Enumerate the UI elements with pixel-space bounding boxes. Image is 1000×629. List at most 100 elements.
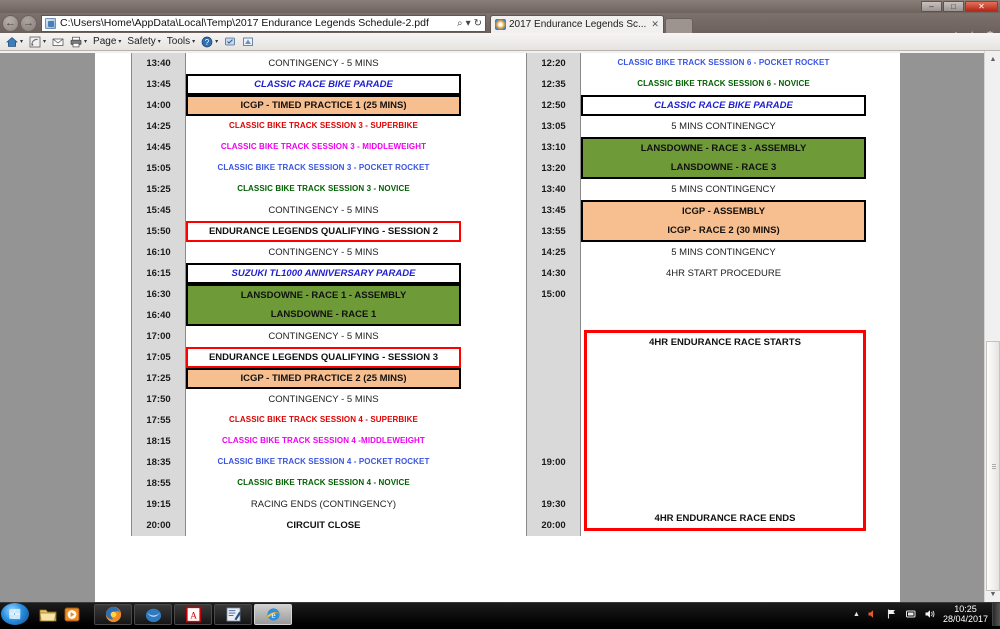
- schedule-event-cell: CLASSIC BIKE TRACK SESSION 4 - POCKET RO…: [186, 452, 461, 473]
- schedule-event-cell: CONTINGENCY - 5 MINS: [186, 389, 461, 410]
- print-button[interactable]: ▾: [68, 34, 89, 49]
- show-desktop-button[interactable]: [992, 603, 1000, 626]
- schedule-event-cell: LANSDOWNE - RACE 3 - ASSEMBLY: [581, 137, 866, 158]
- table-row: 18:55CLASSIC BIKE TRACK SESSION 4 - NOVI…: [131, 473, 461, 494]
- forward-button[interactable]: →: [20, 15, 37, 32]
- firefox-task[interactable]: [94, 604, 132, 625]
- schedule-event-cell: 5 MINS CONTINGENCY: [581, 179, 866, 200]
- table-row: 18:35CLASSIC BIKE TRACK SESSION 4 - POCK…: [131, 452, 461, 473]
- thunderbird-task[interactable]: [134, 604, 172, 625]
- schedule-event-cell: SUZUKI TL1000 ANNIVERSARY PARADE: [186, 263, 461, 284]
- internet-explorer-task[interactable]: e: [254, 604, 292, 625]
- clock-date: 28/04/2017: [943, 614, 988, 624]
- help-menu[interactable]: ? ▾: [199, 34, 220, 49]
- explorer-icon[interactable]: [38, 605, 58, 624]
- schedule-event-cell: CONTINGENCY - 5 MINS: [186, 200, 461, 221]
- clock-time: 10:25: [943, 604, 988, 614]
- endurance-end-label: 4HR ENDURANCE RACE ENDS: [587, 513, 863, 524]
- tab-pdf-document[interactable]: 2017 Endurance Legends Sc... ✕: [490, 15, 664, 33]
- chevron-down-icon[interactable]: ▾: [192, 38, 195, 45]
- schedule-event-cell: CLASSIC BIKE TRACK SESSION 4 - SUPERBIKE: [186, 410, 461, 431]
- address-bar[interactable]: C:\Users\Home\AppData\Local\Temp\2017 En…: [41, 15, 486, 32]
- chevron-down-icon[interactable]: ▾: [20, 38, 23, 45]
- endurance-start-label: 4HR ENDURANCE RACE STARTS: [587, 337, 863, 348]
- acrobat-reader-task[interactable]: A: [174, 604, 212, 625]
- table-row: 17:00CONTINGENCY - 5 MINS: [131, 326, 461, 347]
- table-row: 13:40CONTINGENCY - 5 MINS: [131, 53, 461, 74]
- schedule-time-cell: 18:55: [131, 473, 186, 494]
- schedule-time-cell: 13:45: [526, 200, 581, 221]
- system-tray: ▲ 10:25 28/04/2017: [853, 603, 988, 626]
- tab-label: 2017 Endurance Legends Sc...: [509, 19, 646, 30]
- media-player-icon[interactable]: [62, 605, 82, 624]
- endurance-race-block: 4HR ENDURANCE RACE STARTS 4HR ENDURANCE …: [584, 330, 866, 531]
- table-row: 14:00ICGP - TIMED PRACTICE 1 (25 MINS): [131, 95, 461, 116]
- page-menu[interactable]: Page ▾: [91, 34, 123, 49]
- clock[interactable]: 10:25 28/04/2017: [943, 604, 988, 624]
- schedule-time-cell: 13:05: [526, 116, 581, 137]
- minimize-button[interactable]: –: [921, 1, 942, 12]
- schedule-time-cell: 14:45: [131, 137, 186, 158]
- safety-menu[interactable]: Safety ▾: [125, 34, 162, 49]
- svg-text:?: ?: [205, 38, 210, 47]
- schedule-time-cell: 17:00: [131, 326, 186, 347]
- home-button[interactable]: ▾: [4, 34, 25, 49]
- editor-task[interactable]: [214, 604, 252, 625]
- mail-button[interactable]: [50, 34, 66, 49]
- network-icon[interactable]: [905, 608, 917, 620]
- schedule-time-cell: 19:15: [131, 494, 186, 515]
- action-center-icon[interactable]: [886, 608, 898, 620]
- schedule-time-cell: 16:15: [131, 263, 186, 284]
- smartscreen-button[interactable]: [240, 34, 256, 49]
- tools-menu-label: Tools: [167, 36, 190, 47]
- schedule-time-cell: [526, 305, 581, 326]
- address-input[interactable]: C:\Users\Home\AppData\Local\Temp\2017 En…: [60, 17, 429, 29]
- volume-icon[interactable]: [924, 608, 936, 620]
- start-button[interactable]: [1, 603, 29, 625]
- chevron-down-icon[interactable]: ▾: [43, 38, 46, 45]
- new-tab-button[interactable]: [665, 18, 693, 33]
- chevron-down-icon[interactable]: ▾: [158, 38, 161, 45]
- schedule-event-cell: CLASSIC BIKE TRACK SESSION 3 - NOVICE: [186, 179, 461, 200]
- schedule-event-cell: CLASSIC BIKE TRACK SESSION 3 - MIDDLEWEI…: [186, 137, 461, 158]
- schedule-event-cell: ICGP - TIMED PRACTICE 2 (25 MINS): [186, 368, 461, 389]
- table-row: 14:304HR START PROCEDURE: [526, 263, 866, 284]
- schedule-time-cell: 18:35: [131, 452, 186, 473]
- safety-menu-label: Safety: [127, 36, 155, 47]
- internet-explorer-icon: [495, 19, 506, 30]
- chevron-down-icon[interactable]: ▾: [215, 38, 218, 45]
- pdf-viewport[interactable]: 13:40CONTINGENCY - 5 MINS13:45CLASSIC RA…: [0, 51, 1000, 602]
- refresh-icon[interactable]: ↻: [474, 18, 482, 29]
- schedule-time-cell: 14:00: [131, 95, 186, 116]
- feeds-icon: [29, 36, 41, 48]
- page-menu-label: Page: [93, 36, 116, 47]
- chevron-down-icon[interactable]: ▾: [84, 38, 87, 45]
- schedule-time-cell: 19:30: [526, 494, 581, 515]
- compatibility-view-button[interactable]: [222, 34, 238, 49]
- feeds-button[interactable]: ▾: [27, 34, 48, 49]
- schedule-time-cell: 13:45: [131, 74, 186, 95]
- schedule-time-cell: [526, 347, 581, 368]
- scroll-up-icon[interactable]: ▲: [985, 51, 1000, 67]
- show-hidden-icons-icon[interactable]: ▲: [853, 611, 860, 618]
- volume-mute-icon[interactable]: [867, 608, 879, 620]
- chevron-down-icon[interactable]: ▾: [118, 38, 121, 45]
- search-icon[interactable]: ⌕: [457, 18, 463, 29]
- tools-menu[interactable]: Tools ▾: [165, 34, 197, 49]
- schedule-time-cell: [526, 431, 581, 452]
- back-button[interactable]: ←: [2, 15, 19, 32]
- schedule-event-cell: ICGP - TIMED PRACTICE 1 (25 MINS): [186, 95, 461, 116]
- table-row: 19:15RACING ENDS (CONTINGENCY): [131, 494, 461, 515]
- schedule-time-cell: 13:55: [526, 221, 581, 242]
- chevron-down-icon[interactable]: ▾: [466, 18, 471, 29]
- scrollbar-thumb[interactable]: [986, 341, 1000, 591]
- schedule-time-cell: 14:25: [526, 242, 581, 263]
- maximize-button[interactable]: □: [943, 1, 964, 12]
- schedule-time-cell: 12:50: [526, 95, 581, 116]
- close-button[interactable]: ✕: [965, 1, 998, 12]
- scroll-down-icon[interactable]: ▼: [985, 586, 1000, 602]
- close-icon[interactable]: ✕: [651, 19, 659, 30]
- vertical-scrollbar[interactable]: ▲ ▼: [984, 51, 1000, 602]
- table-row: 20:00CIRCUIT CLOSE: [131, 515, 461, 536]
- schedule-event-cell: ICGP - ASSEMBLY: [581, 200, 866, 221]
